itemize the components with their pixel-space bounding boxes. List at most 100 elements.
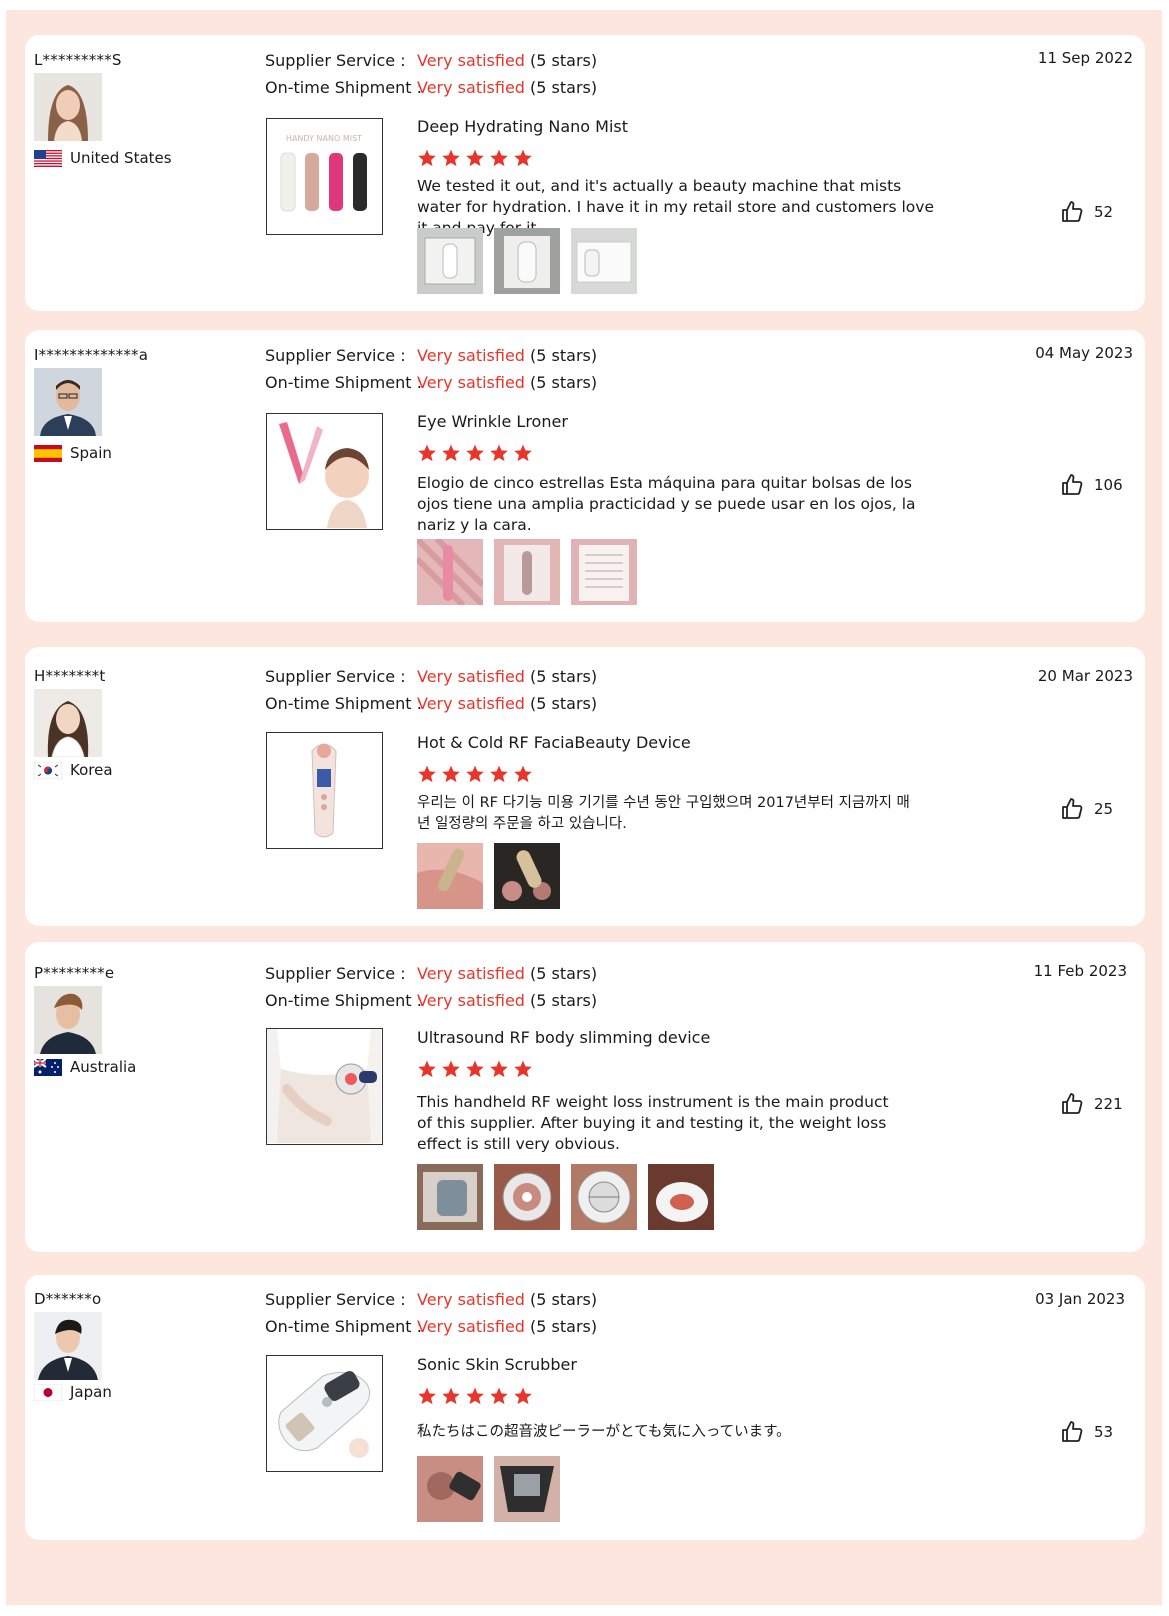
star-icon	[418, 765, 436, 783]
like-count: 221	[1094, 1095, 1123, 1113]
review-date: 11 Feb 2023	[1033, 962, 1127, 980]
review-date: 03 Jan 2023	[1035, 1290, 1125, 1308]
product-name[interactable]: Hot & Cold RF FaciaBeauty Device	[417, 733, 691, 752]
rating-stars	[417, 1386, 533, 1406]
shipment-row: On-time Shipment :Very satisfied (5 star…	[265, 991, 598, 1010]
reviewer-country: Japan	[33, 1383, 112, 1401]
review-photos	[417, 1164, 714, 1230]
supplier-service-row: Supplier Service : Very satisfied (5 star…	[265, 667, 598, 686]
us-flag-icon	[34, 149, 62, 167]
reviewer-country: Spain	[34, 444, 112, 462]
star-icon	[490, 765, 508, 783]
shipment-row: On-time Shipment :Very satisfied (5 star…	[265, 694, 598, 713]
star-icon	[418, 1060, 436, 1078]
review-photo[interactable]	[417, 1456, 483, 1522]
star-icon	[418, 444, 436, 462]
product-name[interactable]: Eye Wrinkle Lroner	[417, 412, 568, 431]
like-button[interactable]: 106	[1060, 473, 1123, 497]
review-photos	[417, 843, 560, 909]
review-photo[interactable]	[494, 539, 560, 605]
supplier-service-row: Supplier Service : Very satisfied (5 star…	[265, 346, 598, 365]
review-photo[interactable]	[571, 539, 637, 605]
like-button[interactable]: 53	[1060, 1420, 1113, 1444]
review-text: 우리는 이 RF 다기능 미용 기기를 수년 동안 구입했으며 2017년부터 …	[417, 795, 910, 832]
review-photo[interactable]	[494, 843, 560, 909]
star-icon	[418, 149, 436, 167]
thumbs-up-icon	[1062, 474, 1083, 495]
shipment-row: On-time Shipment :Very satisfied (5 star…	[265, 373, 598, 392]
star-icon	[442, 765, 460, 783]
star-icon	[466, 1387, 484, 1405]
like-count: 53	[1094, 1423, 1114, 1441]
reviewer-country: Korea	[33, 761, 113, 779]
star-icon	[490, 444, 508, 462]
like-button[interactable]: 52	[1060, 200, 1113, 224]
star-icon	[466, 765, 484, 783]
star-icon	[490, 149, 508, 167]
review-photo[interactable]	[494, 1164, 560, 1230]
star-icon	[442, 1060, 460, 1078]
avatar	[34, 986, 102, 1054]
review-text: 私たちはこの超音波ピーラーがとても気に入っています。	[417, 1424, 791, 1440]
like-count: 52	[1094, 203, 1114, 221]
like-count: 106	[1094, 476, 1123, 494]
shipment-row: On-time Shipment :Very satisfied (5 star…	[265, 78, 598, 97]
review-date: 20 Mar 2023	[1037, 667, 1133, 685]
review-date: 11 Sep 2022	[1037, 49, 1133, 67]
product-image[interactable]	[266, 732, 383, 849]
star-icon	[442, 1387, 460, 1405]
review-photos	[417, 1456, 560, 1522]
review-card: L*********S United States Supplier Servi…	[25, 35, 1145, 311]
like-button[interactable]: 25	[1060, 797, 1113, 821]
thumbs-up-icon	[1062, 1421, 1083, 1442]
review-photo[interactable]	[417, 228, 483, 294]
supplier-service-row: Supplier Service : Very satisfied (5 star…	[265, 964, 598, 983]
product-image[interactable]	[266, 413, 383, 530]
review-photo[interactable]	[648, 1164, 714, 1230]
avatar	[34, 73, 102, 141]
thumbs-up-icon	[1062, 798, 1083, 819]
avatar	[34, 368, 102, 436]
review-photo[interactable]	[494, 228, 560, 294]
star-icon	[514, 444, 532, 462]
reviewer-name: P********e	[34, 964, 115, 982]
review-photo[interactable]	[417, 843, 483, 909]
rating-stars	[417, 443, 533, 463]
product-name[interactable]: Deep Hydrating Nano Mist	[417, 117, 628, 136]
shipment-row: On-time Shipment :Very satisfied (5 star…	[265, 1317, 598, 1336]
product-image[interactable]	[266, 1355, 383, 1472]
star-icon	[490, 1060, 508, 1078]
reviewer-name: D******o	[34, 1290, 102, 1308]
supplier-service-row: Supplier Service : Very satisfied (5 star…	[265, 1290, 598, 1309]
review-photos	[417, 228, 637, 294]
review-photo[interactable]	[417, 539, 483, 605]
avatar	[34, 1312, 102, 1380]
rating-stars	[417, 148, 533, 168]
rating-stars	[417, 764, 533, 784]
svg-text:HANDY NANO MIST: HANDY NANO MIST	[286, 134, 362, 143]
review-photo[interactable]	[417, 1164, 483, 1230]
product-name[interactable]: Sonic Skin Scrubber	[417, 1355, 577, 1374]
reviewer-country: United States	[34, 149, 172, 167]
review-card: P********e Australia Supplier Service :V…	[25, 942, 1145, 1252]
product-name[interactable]: Ultrasound RF body slimming device	[417, 1028, 710, 1047]
review-text: This handheld RF weight loss instrument …	[417, 1093, 889, 1153]
avatar	[34, 689, 102, 757]
star-icon	[514, 1060, 532, 1078]
star-icon	[514, 765, 532, 783]
star-icon	[418, 1387, 436, 1405]
review-text: Elogio de cinco estrellas Esta máquina p…	[417, 474, 916, 534]
review-photo[interactable]	[571, 1164, 637, 1230]
like-button[interactable]: 221	[1060, 1092, 1123, 1116]
product-image[interactable]	[266, 1028, 383, 1145]
es-flag-icon	[34, 444, 62, 462]
review-photo[interactable]	[494, 1456, 560, 1522]
star-icon	[514, 1387, 532, 1405]
rating-stars	[417, 1059, 533, 1079]
like-count: 25	[1094, 800, 1114, 818]
star-icon	[466, 444, 484, 462]
review-photo[interactable]	[571, 228, 637, 294]
reviewer-name: I*************a	[34, 346, 149, 364]
star-icon	[514, 149, 532, 167]
product-image[interactable]: HANDY NANO MIST	[266, 118, 383, 235]
